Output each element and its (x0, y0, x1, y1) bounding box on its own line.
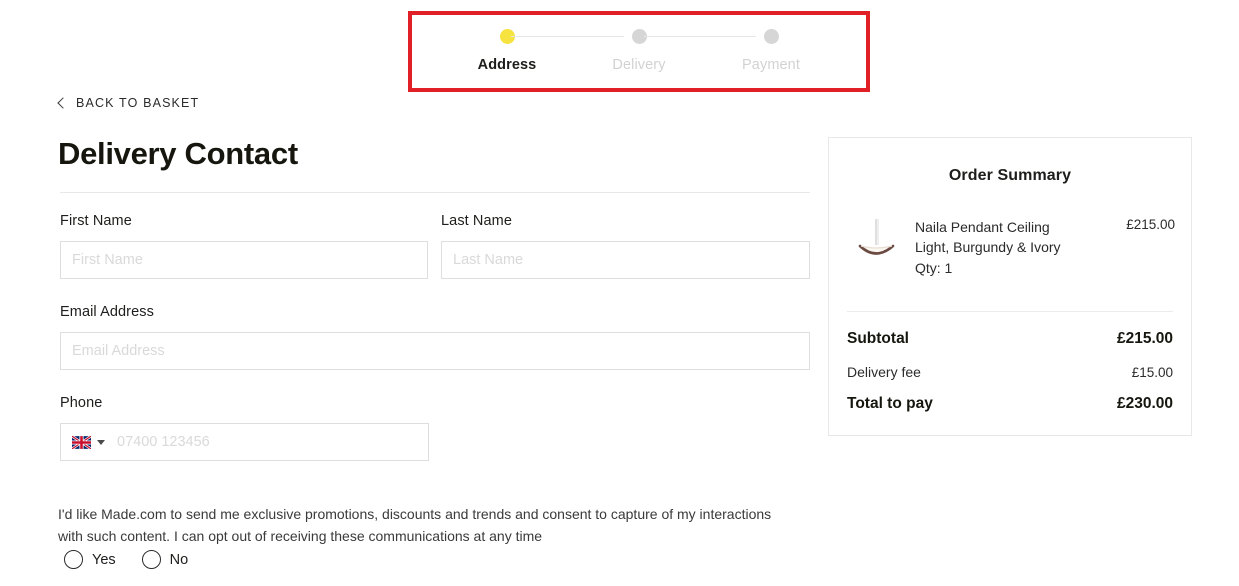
total-to-pay-value: £230.00 (1116, 395, 1173, 412)
consent-radio-no[interactable]: No (141, 550, 189, 569)
order-item-name: Naila Pendant Ceiling Light, Burgundy & … (915, 219, 1061, 255)
phone-input-group (60, 423, 429, 461)
step-delivery-label: Delivery (612, 57, 666, 73)
first-name-label: First Name (60, 213, 132, 229)
last-name-label: Last Name (441, 213, 513, 229)
back-to-basket-label: BACK TO BASKET (76, 96, 200, 110)
delivery-fee-row: Delivery fee £15.00 (847, 364, 1173, 380)
order-summary-title: Order Summary (948, 167, 1072, 184)
country-code-selector[interactable] (61, 424, 113, 460)
consent-radio-yes-label: Yes (92, 551, 116, 568)
marketing-consent-text: I'd like Made.com to send me exclusive p… (58, 506, 772, 544)
delivery-fee-value: £15.00 (1131, 365, 1173, 380)
consent-radio-yes[interactable]: Yes (64, 550, 116, 569)
order-summary-line-item: Naila Pendant Ceiling Light, Burgundy & … (847, 215, 1179, 278)
total-to-pay-label: Total to pay (847, 395, 933, 412)
order-item-qty: Qty: 1 (915, 260, 953, 276)
phone-input[interactable] (113, 424, 428, 460)
total-to-pay-row: Total to pay £230.00 (847, 395, 1173, 413)
last-name-input[interactable] (441, 241, 810, 279)
chevron-left-icon (57, 97, 69, 109)
back-to-basket-link[interactable]: BACK TO BASKET (57, 96, 200, 110)
step-payment-dot (763, 29, 779, 44)
step-address-label: Address (477, 57, 537, 73)
order-summary-card: Order Summary Naila Pendant Ceiling Ligh… (828, 137, 1192, 436)
step-connector-2 (644, 36, 756, 37)
first-name-input[interactable] (60, 241, 428, 279)
order-summary-divider (847, 311, 1173, 312)
phone-label: Phone (60, 395, 103, 411)
delivery-fee-label: Delivery fee (847, 364, 921, 380)
pendant-light-thumbnail (847, 215, 905, 277)
subtotal-row: Subtotal £215.00 (847, 330, 1173, 348)
page-title: Delivery Contact (58, 136, 298, 171)
radio-yes-circle (64, 550, 83, 569)
consent-radio-no-label: No (169, 551, 189, 568)
step-payment[interactable]: Payment (705, 11, 837, 73)
step-payment-label: Payment (742, 57, 800, 73)
email-address-input[interactable] (60, 332, 810, 370)
order-item-price: £215.00 (1126, 217, 1175, 232)
subtotal-label: Subtotal (847, 330, 909, 347)
checkout-progress-stepper: Address Delivery Payment (408, 11, 870, 92)
marketing-consent-options: Yes No (64, 550, 188, 569)
chevron-down-icon (97, 439, 105, 445)
radio-no-circle (141, 550, 161, 569)
step-delivery[interactable]: Delivery (573, 11, 705, 73)
title-divider (60, 192, 810, 193)
step-address[interactable]: Address (441, 11, 573, 73)
subtotal-value: £215.00 (1116, 330, 1173, 347)
uk-flag-icon (72, 435, 91, 449)
step-connector-1 (511, 36, 624, 37)
email-address-label: Email Address (60, 304, 154, 320)
